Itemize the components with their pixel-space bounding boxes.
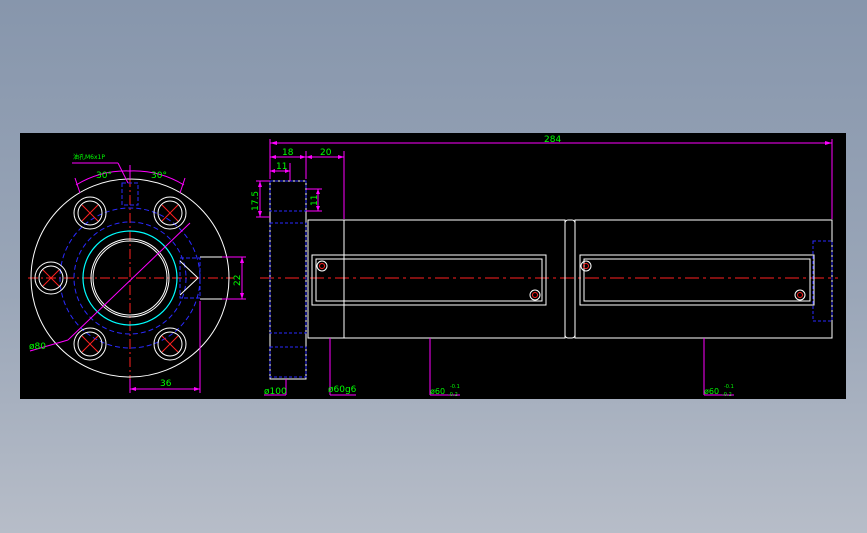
- dim-36-label: 36: [160, 379, 172, 389]
- bolt-hole: [34, 261, 68, 295]
- cad-viewport[interactable]: 30° 30° 油孔M6x1P 22 36 ø80 284 18 20 11 1…: [20, 133, 846, 399]
- dim-d100-label: ø100: [264, 387, 287, 397]
- body-section-2: [574, 219, 833, 339]
- flange-top-bolt-hidden: [269, 180, 307, 212]
- dim-d80-label: ø80: [29, 342, 46, 352]
- body-section-1: [307, 219, 566, 339]
- tol-lower-a: -0.2: [448, 392, 458, 398]
- bolt-hole: [73, 196, 107, 230]
- tol-upper-b: -0.1: [724, 384, 734, 390]
- dim-284-label: 284: [544, 135, 561, 145]
- front-view: 30° 30° 油孔M6x1P 22 36 ø80: [28, 153, 246, 393]
- flange-bottom-bolt-hidden: [269, 346, 307, 378]
- side-view: 284 18 20 11 17.5 11 ø100 ø60g6 ø60 -0.1…: [251, 135, 838, 398]
- dim-d60-b-label: ø60: [704, 387, 719, 396]
- tol-upper-a: -0.1: [450, 384, 460, 390]
- bolt-hole: [153, 327, 187, 361]
- dim-11-side-label: 11: [310, 195, 320, 206]
- dim-11-top-label: 11: [276, 162, 287, 172]
- slot-2-hole-a: [580, 260, 592, 272]
- end-hidden-feature: [812, 240, 833, 322]
- angle-left-label: 30°: [96, 171, 112, 181]
- ball-return-slot-1: [311, 254, 547, 306]
- dim-18-label: 18: [282, 148, 294, 158]
- bolt-hole: [73, 327, 107, 361]
- dim-d60g6-label: ø60g6: [328, 385, 357, 395]
- ball-return-slot-2: [579, 254, 815, 306]
- cad-drawing: 30° 30° 油孔M6x1P 22 36 ø80 284 18 20 11 1…: [28, 135, 838, 398]
- slot-1-hole-b: [529, 289, 541, 301]
- dim-22-label: 22: [233, 275, 243, 286]
- section-joint: [564, 219, 576, 339]
- oil-hole-note: 油孔M6x1P: [73, 153, 105, 161]
- dim-17-5-label: 17.5: [251, 191, 261, 211]
- angle-right-label: 30°: [151, 171, 167, 181]
- slot-2-hole-b: [794, 289, 806, 301]
- tol-lower-b: -0.2: [722, 392, 732, 398]
- bolt-hole: [153, 196, 187, 230]
- slot-1-hole-a: [316, 260, 328, 272]
- dim-20-label: 20: [320, 148, 332, 158]
- dim-d60-a-label: ø60: [430, 387, 445, 396]
